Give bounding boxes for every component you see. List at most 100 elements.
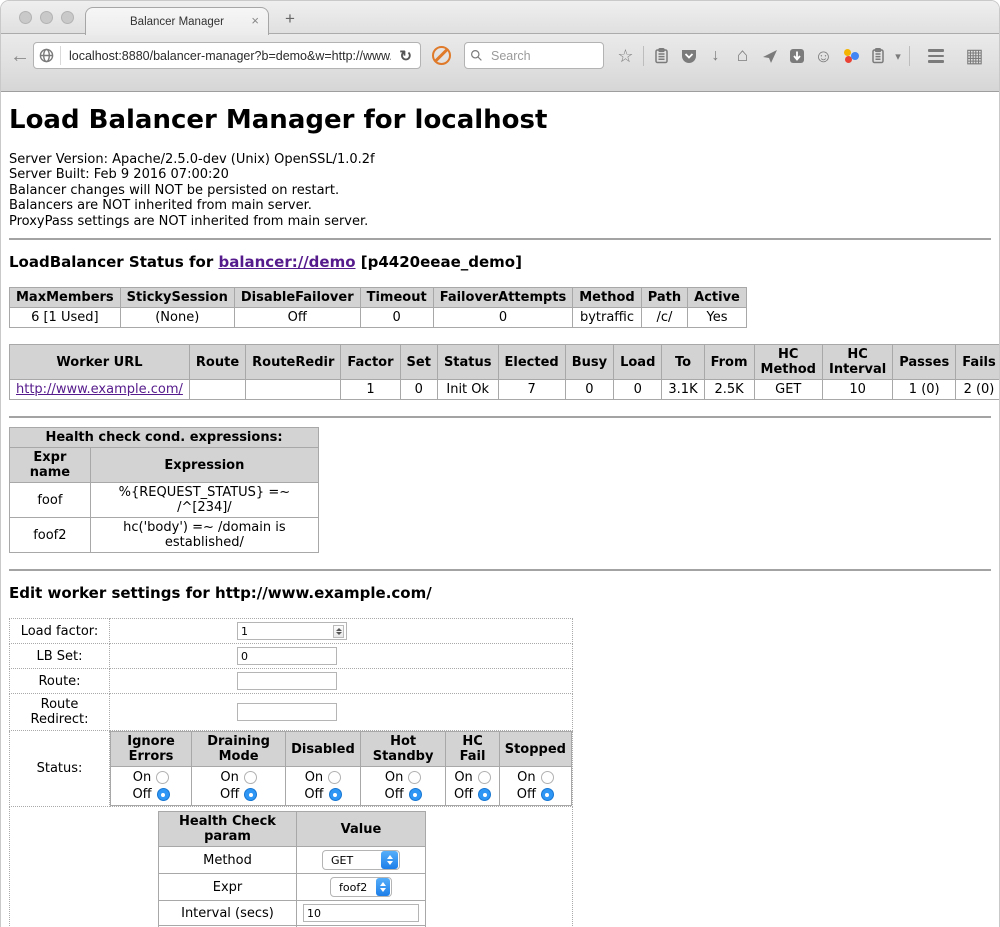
browser-tab[interactable]: Balancer Manager × — [85, 7, 269, 35]
route-redirect-row: Route Redirect: — [10, 694, 573, 731]
session-clipboard-icon[interactable] — [864, 42, 891, 70]
pocket-icon[interactable] — [675, 42, 702, 70]
globe-icon — [34, 42, 58, 69]
radio-ignore-errors-off[interactable] — [157, 788, 170, 801]
status-table: Ignore Errors Draining Mode Disabled Hot… — [110, 731, 572, 806]
route-label: Route: — [10, 669, 110, 694]
table-header-row: Worker URL Route RouteRedir Factor Set S… — [10, 345, 1000, 380]
window-minimize-button[interactable] — [40, 11, 53, 24]
worker-url-link[interactable]: http://www.example.com/ — [16, 382, 183, 397]
content-blocked-icon[interactable] — [432, 46, 451, 65]
search-placeholder: Search — [487, 49, 531, 63]
home-icon[interactable]: ⌂ — [729, 42, 756, 70]
table-row: foof %{REQUEST_STATUS} =~ /^[234]/ — [10, 483, 319, 518]
route-input[interactable] — [237, 672, 337, 690]
send-tab-icon[interactable] — [756, 42, 783, 70]
divider — [9, 238, 991, 240]
nav-toolbar: ← localhost:8880/balancer-manager?b=demo… — [1, 34, 999, 92]
radio-hc-fail-off[interactable] — [478, 788, 491, 801]
radio-stopped-off[interactable] — [541, 788, 554, 801]
hc-method-select[interactable]: GET — [322, 850, 400, 870]
route-redirect-label: Route Redirect: — [10, 694, 110, 731]
table-header-row: MaxMembers StickySession DisableFailover… — [10, 288, 747, 308]
server-version-line: Server Version: Apache/2.5.0-dev (Unix) … — [9, 152, 991, 167]
feedback-smiley-icon[interactable]: ☺ — [810, 42, 837, 70]
health-check-table: Health Check param Value Method GET — [158, 811, 426, 927]
downloads-icon[interactable]: ↓ — [702, 42, 729, 70]
reload-icon[interactable]: ↻ — [391, 47, 420, 65]
server-built-line: Server Built: Feb 9 2016 07:00:20 — [9, 167, 991, 182]
edit-worker-form: Load factor: LB Set: Route: Route Redire… — [9, 618, 573, 927]
hc-expr-label: Expr — [159, 874, 297, 901]
divider — [9, 416, 991, 418]
tab-close-icon[interactable]: × — [251, 13, 259, 28]
table-row: http://www.example.com/ 1 0 Init Ok 7 0 … — [10, 380, 1000, 400]
load-factor-input[interactable] — [237, 622, 347, 640]
search-icon — [465, 42, 487, 70]
window-close-button[interactable] — [19, 11, 32, 24]
radio-disabled-on[interactable] — [328, 771, 341, 784]
divider — [9, 569, 991, 571]
select-stepper-icon — [381, 851, 398, 869]
url-bar[interactable]: localhost:8880/balancer-manager?b=demo&w… — [33, 42, 421, 69]
hc-interval-label: Interval (secs) — [159, 901, 297, 926]
balancer-status-table: MaxMembers StickySession DisableFailover… — [9, 287, 747, 328]
health-expressions-table: Health check cond. expressions: Expr nam… — [9, 427, 319, 553]
hc-expr-select[interactable]: foof2 — [330, 877, 392, 897]
health-check-row: Health Check param Value Method GET — [10, 807, 573, 927]
status-row: Status: Ignore Errors Draining Mode Disa… — [10, 731, 573, 807]
hc-method-label: Method — [159, 847, 297, 874]
back-button[interactable]: ← — [7, 42, 33, 70]
table-row: foof2 hc('body') =~ /domain is establish… — [10, 518, 319, 553]
tiles-grid-icon[interactable]: ▦ — [961, 42, 988, 70]
radio-hc-fail-on[interactable] — [478, 771, 491, 784]
route-redirect-input[interactable] — [237, 703, 337, 721]
radio-draining-mode-on[interactable] — [244, 771, 257, 784]
load-factor-row: Load factor: — [10, 619, 573, 644]
page-content: Load Balancer Manager for localhost Serv… — [1, 92, 999, 927]
search-bar[interactable]: Search — [464, 42, 604, 69]
edit-worker-heading: Edit worker settings for http://www.exam… — [9, 584, 991, 602]
persist-note-line: Balancer changes will NOT be persisted o… — [9, 183, 991, 198]
radio-draining-mode-off[interactable] — [244, 788, 257, 801]
table-row: 6 [1 Used] (None) Off 0 0 bytraffic /c/ … — [10, 308, 747, 328]
proxypass-note-line: ProxyPass settings are NOT inherited fro… — [9, 214, 991, 229]
hc-interval-input[interactable] — [303, 904, 419, 922]
toolbar-divider — [643, 46, 644, 66]
radio-stopped-on[interactable] — [541, 771, 554, 784]
load-factor-label: Load factor: — [10, 619, 110, 644]
reading-list-icon[interactable] — [648, 42, 675, 70]
radio-ignore-errors-on[interactable] — [156, 771, 169, 784]
bookmark-star-icon[interactable]: ☆ — [612, 42, 639, 70]
route-row: Route: — [10, 669, 573, 694]
window-zoom-button[interactable] — [61, 11, 74, 24]
lb-status-heading: LoadBalancer Status for balancer://demo … — [9, 253, 991, 271]
tab-title: Balancer Manager — [130, 16, 224, 28]
page-title: Load Balancer Manager for localhost — [9, 92, 991, 135]
new-tab-button[interactable]: + — [285, 9, 295, 29]
chevron-down-icon[interactable]: ▾ — [891, 42, 905, 70]
status-label: Status: — [10, 731, 110, 807]
radio-hot-standby-on[interactable] — [408, 771, 421, 784]
worker-status-table: Worker URL Route RouteRedir Factor Set S… — [9, 344, 1000, 400]
toolbar-divider-2 — [909, 46, 910, 66]
browser-window: Balancer Manager × + ← localhost:8880/ba… — [0, 0, 1000, 927]
radio-disabled-off[interactable] — [329, 788, 342, 801]
window-controls — [19, 11, 74, 24]
titlebar: Balancer Manager × + — [1, 1, 999, 34]
lb-set-input[interactable] — [237, 647, 337, 665]
table-title-row: Health check cond. expressions: — [10, 428, 319, 448]
select-stepper-icon — [376, 878, 390, 896]
radio-hot-standby-off[interactable] — [409, 788, 422, 801]
save-page-icon[interactable] — [783, 42, 810, 70]
table-header-row: Expr name Expression — [10, 448, 319, 483]
lb-set-row: LB Set: — [10, 644, 573, 669]
server-info: Server Version: Apache/2.5.0-dev (Unix) … — [9, 152, 991, 229]
number-stepper-icon[interactable] — [333, 625, 344, 638]
url-text[interactable]: localhost:8880/balancer-manager?b=demo&w… — [63, 49, 391, 63]
balancer-link[interactable]: balancer://demo — [218, 253, 355, 271]
inherit-note-line: Balancers are NOT inherited from main se… — [9, 198, 991, 213]
extension-dots-icon[interactable] — [837, 42, 864, 70]
urlbar-divider — [60, 46, 61, 65]
menu-hamburger-icon[interactable] — [922, 42, 949, 70]
